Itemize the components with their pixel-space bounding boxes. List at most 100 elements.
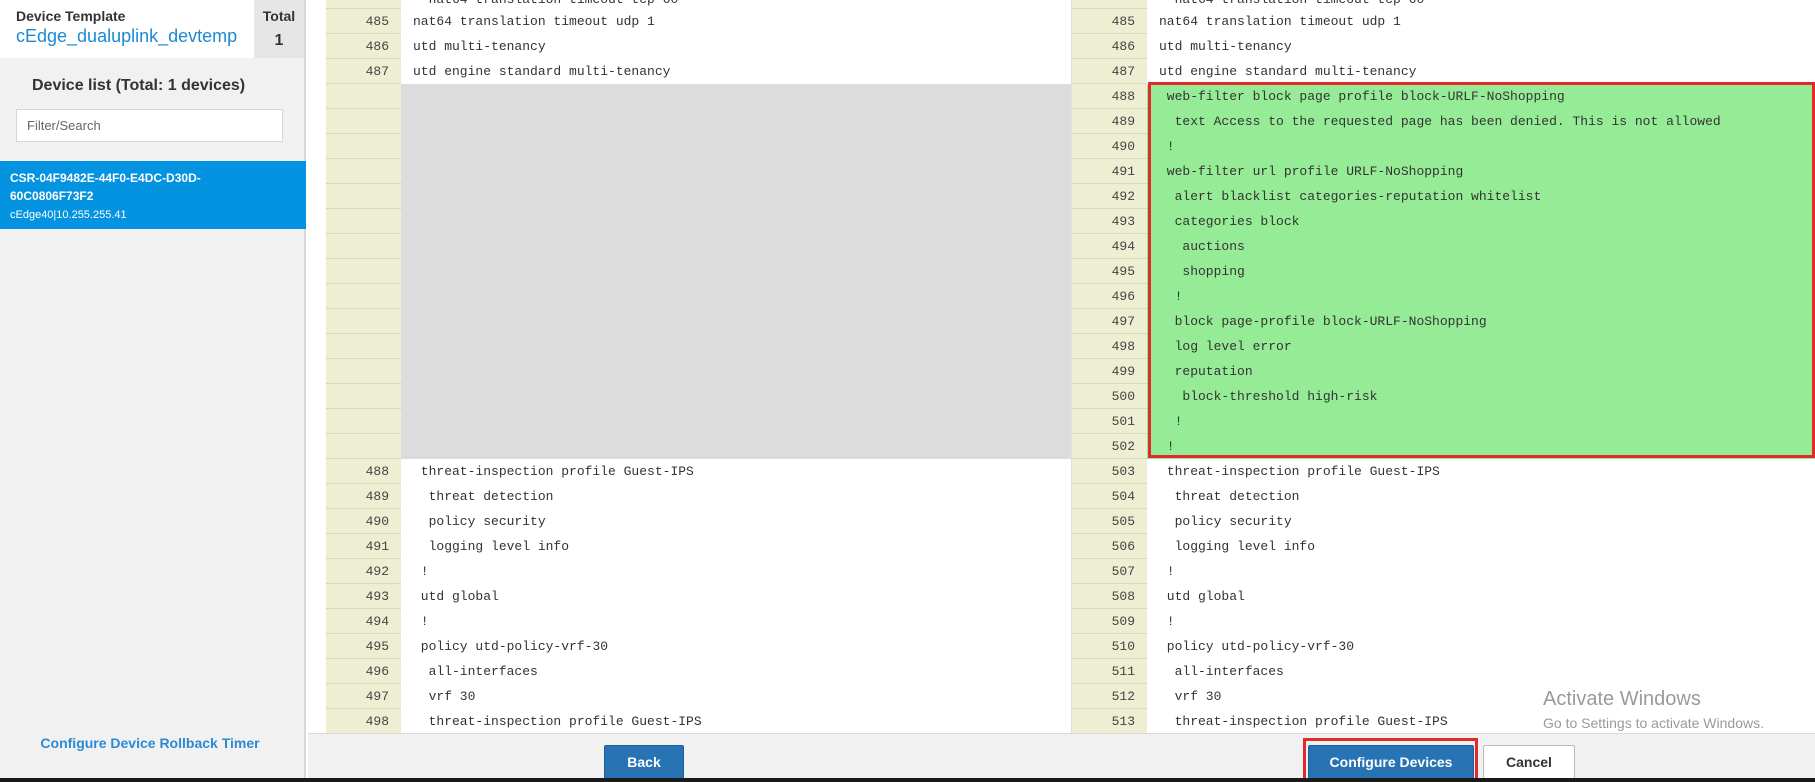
line-number <box>326 84 401 109</box>
diff-row: 500 block-threshold high-risk <box>1072 384 1815 409</box>
line-number <box>326 159 401 184</box>
code-line: threat detection <box>413 489 554 504</box>
diff-pane-new[interactable]: nat64 translation timeout tcp 60485 nat64… <box>1072 0 1815 735</box>
diff-row <box>326 434 1071 459</box>
line-number: 494 <box>326 609 401 634</box>
diff-row: 495 policy utd-policy-vrf-30 <box>326 634 1071 659</box>
diff-row <box>326 334 1071 359</box>
code-line: utd global <box>1159 589 1245 604</box>
line-number: 503 <box>1072 459 1147 484</box>
code-line <box>401 334 1071 359</box>
code-line <box>401 259 1071 284</box>
line-number: 502 <box>1072 434 1147 459</box>
diff-row: 505 policy security <box>1072 509 1815 534</box>
line-number <box>326 259 401 284</box>
code-line: threat-inspection profile Guest-IPS <box>413 714 702 729</box>
code-line: ! <box>1147 409 1815 434</box>
line-number: 510 <box>1072 634 1147 659</box>
line-number: 491 <box>326 534 401 559</box>
diff-row: 489 threat detection <box>326 484 1071 509</box>
code-line <box>401 359 1071 384</box>
diff-row <box>326 234 1071 259</box>
line-number: 497 <box>326 684 401 709</box>
line-number: 495 <box>326 634 401 659</box>
code-line <box>401 234 1071 259</box>
code-line: policy utd-policy-vrf-30 <box>1159 639 1355 654</box>
line-number <box>326 384 401 409</box>
code-line: logging level info <box>1159 539 1316 554</box>
diff-row: 496 ! <box>1072 284 1815 309</box>
line-number: 497 <box>1072 309 1147 334</box>
code-line: reputation <box>1147 359 1815 384</box>
code-line: shopping <box>1147 259 1815 284</box>
code-line <box>401 284 1071 309</box>
code-line: text Access to the requested page has be… <box>1147 109 1815 134</box>
diff-row: 492 ! <box>326 559 1071 584</box>
back-button[interactable]: Back <box>604 745 684 779</box>
line-number <box>326 184 401 209</box>
line-number <box>326 309 401 334</box>
code-line: ! <box>1159 614 1175 629</box>
filter-search-input[interactable] <box>16 109 283 142</box>
code-line <box>401 184 1071 209</box>
line-number: 509 <box>1072 609 1147 634</box>
diff-row: 489 text Access to the requested page ha… <box>1072 109 1815 134</box>
line-number: 492 <box>1072 184 1147 209</box>
template-name: cEdge_dualuplink_devtemp <box>16 26 238 46</box>
diff-row: 511 all-interfaces <box>1072 659 1815 684</box>
line-number: 506 <box>1072 534 1147 559</box>
code-line: nat64 translation timeout udp 1 <box>413 14 655 29</box>
line-number: 494 <box>1072 234 1147 259</box>
code-line: threat-inspection profile Guest-IPS <box>1159 464 1440 479</box>
watermark-subtitle: Go to Settings to activate Windows. <box>1543 715 1764 731</box>
line-number: 500 <box>1072 384 1147 409</box>
line-number: 490 <box>1072 134 1147 159</box>
diff-row: 496 all-interfaces <box>326 659 1071 684</box>
diff-row <box>326 109 1071 134</box>
code-line: all-interfaces <box>1159 664 1284 679</box>
code-line <box>401 434 1071 459</box>
template-info: Device Template cEdge_dualuplink_devtemp <box>0 0 254 58</box>
diff-row: 488 web-filter block page profile block-… <box>1072 84 1815 109</box>
line-number <box>326 209 401 234</box>
cancel-button[interactable]: Cancel <box>1483 745 1575 779</box>
diff-row: 495 shopping <box>1072 259 1815 284</box>
diff-row <box>326 309 1071 334</box>
code-line: policy security <box>1159 514 1292 529</box>
code-line <box>401 84 1071 109</box>
line-number: 493 <box>326 584 401 609</box>
code-line: ! <box>1159 564 1175 579</box>
diff-row: 485 nat64 translation timeout udp 1 <box>1072 9 1815 34</box>
line-number: 491 <box>1072 159 1147 184</box>
diff-row: 486 utd multi-tenancy <box>326 34 1071 59</box>
windows-activation-watermark: Activate Windows Go to Settings to activ… <box>1543 688 1764 731</box>
diff-pane-original[interactable]: nat64 translation timeout tcp 60485 nat64… <box>326 0 1071 735</box>
line-number: 493 <box>1072 209 1147 234</box>
code-line <box>401 134 1071 159</box>
line-number: 495 <box>1072 259 1147 284</box>
diff-row: 487 utd engine standard multi-tenancy <box>1072 59 1815 84</box>
diff-row: nat64 translation timeout tcp 60 <box>326 0 1071 9</box>
rollback-timer-link[interactable]: Configure Device Rollback Timer <box>0 735 300 751</box>
code-line: block-threshold high-risk <box>1147 384 1815 409</box>
line-number: 485 <box>326 9 401 34</box>
line-number: 488 <box>326 459 401 484</box>
line-number: 492 <box>326 559 401 584</box>
code-line: utd engine standard multi-tenancy <box>413 64 671 79</box>
code-line: logging level info <box>413 539 570 554</box>
diff-row: 499 reputation <box>1072 359 1815 384</box>
device-list-item[interactable]: CSR-04F9482E-44F0-E4DC-D30D-60C0806F73F2… <box>0 161 306 229</box>
diff-row <box>326 209 1071 234</box>
diff-row: 497 vrf 30 <box>326 684 1071 709</box>
code-line: threat detection <box>1159 489 1300 504</box>
device-id: CSR-04F9482E-44F0-E4DC-D30D-60C0806F73F2 <box>10 171 201 203</box>
diff-row: nat64 translation timeout tcp 60 <box>1072 0 1815 9</box>
line-number <box>326 109 401 134</box>
code-line: auctions <box>1147 234 1815 259</box>
line-number: 496 <box>1072 284 1147 309</box>
code-line: block page-profile block-URLF-NoShopping <box>1147 309 1815 334</box>
configure-devices-button[interactable]: Configure Devices <box>1308 745 1474 779</box>
code-line: web-filter block page profile block-URLF… <box>1147 84 1815 109</box>
code-line: utd engine standard multi-tenancy <box>1159 64 1417 79</box>
line-number <box>326 134 401 159</box>
